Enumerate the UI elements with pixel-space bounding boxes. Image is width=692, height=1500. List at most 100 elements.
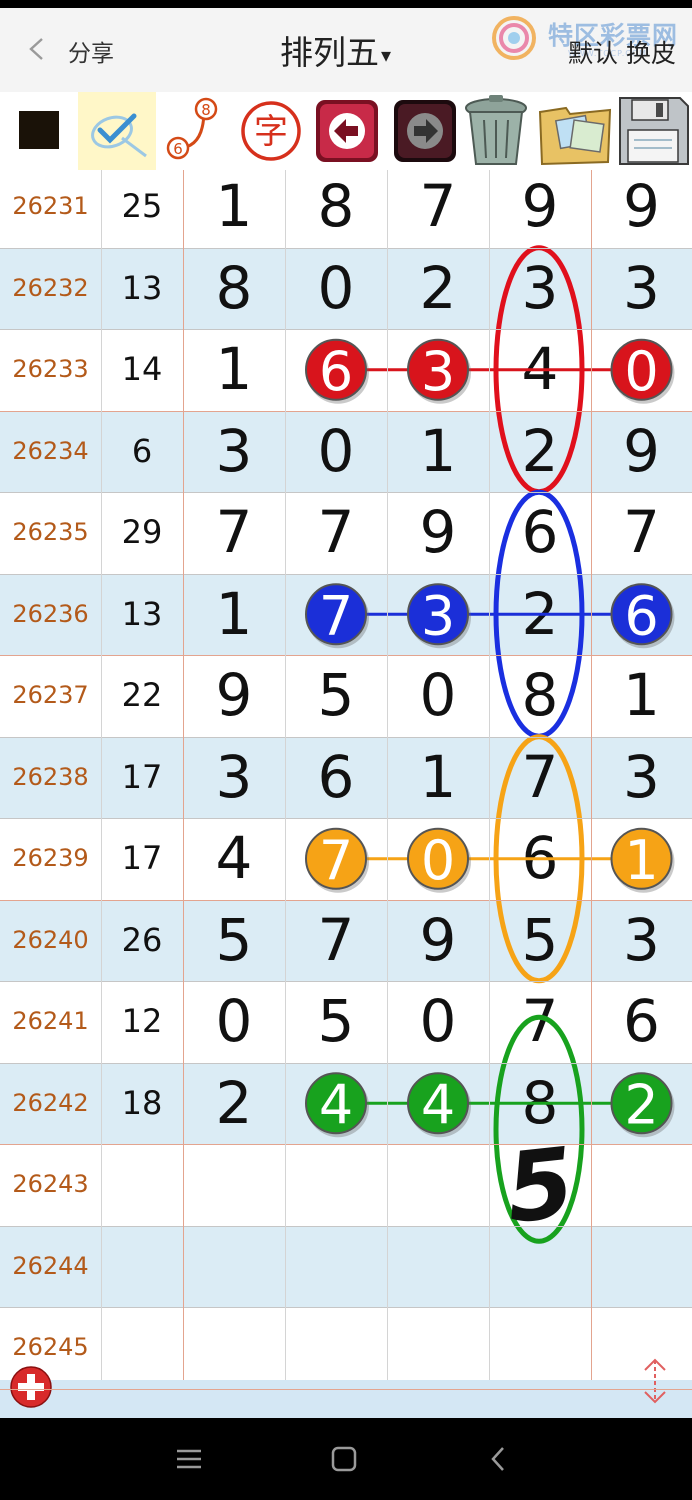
digit-cell[interactable]: 6 <box>285 329 387 411</box>
back-nav-icon[interactable] <box>482 1442 516 1476</box>
color-swatch-button[interactable] <box>0 92 78 170</box>
digit-cell[interactable]: 7 <box>387 166 489 248</box>
digit-cell[interactable]: 7 <box>489 737 591 819</box>
digit-cell[interactable]: 6 <box>489 492 591 574</box>
digit-cell[interactable]: 5 <box>285 655 387 737</box>
digit-cell[interactable]: 4 <box>489 329 591 411</box>
digit-cell[interactable]: 1 <box>387 411 489 493</box>
digit-cell[interactable]: 6 <box>591 574 692 656</box>
digit-cell[interactable]: 3 <box>489 248 591 330</box>
digit-cell[interactable]: 5 <box>489 900 591 982</box>
digit-cell[interactable]: 7 <box>591 492 692 574</box>
digit-cell[interactable]: 4 <box>387 1063 489 1145</box>
digit-cell[interactable]: 9 <box>183 655 285 737</box>
digit-cell[interactable]: 2 <box>489 411 591 493</box>
digit-cell[interactable]: 7 <box>285 492 387 574</box>
table-row[interactable]: 26237 22 9 5 0 8 1 <box>0 655 692 737</box>
digit-cell[interactable]: 3 <box>591 737 692 819</box>
digit-cell[interactable]: 8 <box>285 166 387 248</box>
table-row[interactable]: 26232 13 8 0 2 3 3 <box>0 247 692 330</box>
redo-button[interactable] <box>390 92 468 170</box>
text-tool-button[interactable]: 字 <box>234 92 312 170</box>
digit-cell[interactable]: 8 <box>489 1063 591 1145</box>
digit-cell[interactable]: 8 <box>489 655 591 737</box>
issue-number-cell: 26235 <box>12 518 89 546</box>
digit-cell[interactable]: 9 <box>387 900 489 982</box>
digit-cell[interactable]: 5 <box>183 900 285 982</box>
digit-cell[interactable]: 7 <box>489 981 591 1063</box>
digit-cell[interactable]: 7 <box>285 900 387 982</box>
table-row[interactable]: 26240 26 5 7 9 5 3 <box>0 899 692 982</box>
table-row[interactable]: 26241 12 0 5 0 7 6 <box>0 981 692 1063</box>
share-button[interactable]: 分享 <box>68 34 114 68</box>
digit-cell[interactable]: 2 <box>387 248 489 330</box>
digit-cell[interactable]: 1 <box>387 737 489 819</box>
digit-cell[interactable]: 0 <box>285 248 387 330</box>
resize-vertical-icon[interactable] <box>640 1356 670 1406</box>
text-tool-icon: 字 <box>241 101 301 161</box>
digit-cell[interactable]: 3 <box>387 329 489 411</box>
digit-cell[interactable]: 2 <box>489 574 591 656</box>
table-row[interactable]: 26245 <box>0 1307 692 1389</box>
draw-table[interactable]: 26231 25 1 8 7 9 9 26232 13 8 0 2 3 3 26233 14 1 6 3 4 0 2623… <box>0 170 692 1380</box>
digit-cell[interactable]: 6 <box>591 981 692 1063</box>
digit-cell[interactable]: 9 <box>489 166 591 248</box>
back-icon[interactable] <box>26 38 48 60</box>
digit-cell[interactable]: 6 <box>489 818 591 900</box>
skin-button[interactable]: 换皮 <box>626 34 676 70</box>
digit-cell[interactable]: 3 <box>591 900 692 982</box>
digit-cell[interactable]: 3 <box>591 248 692 330</box>
connect-numbers-button[interactable]: 8 6 <box>156 92 234 170</box>
gallery-button[interactable] <box>536 92 614 170</box>
table-row[interactable]: 26238 17 3 6 1 7 3 <box>0 736 692 819</box>
digit-cell[interactable]: 9 <box>591 166 692 248</box>
delete-button[interactable] <box>458 92 536 170</box>
menu-icon[interactable] <box>172 1442 206 1476</box>
digit-cell[interactable]: 1 <box>183 329 285 411</box>
digit-cell[interactable]: 0 <box>387 981 489 1063</box>
digit-cell[interactable]: 3 <box>387 574 489 656</box>
save-icon <box>619 97 689 165</box>
digit-cell[interactable]: 0 <box>387 818 489 900</box>
digit-cell[interactable]: 1 <box>591 655 692 737</box>
digit-cell[interactable]: 2 <box>591 1063 692 1145</box>
table-row[interactable]: 26231 25 1 8 7 9 9 <box>0 166 692 248</box>
digit-cell[interactable]: 0 <box>591 329 692 411</box>
digit-cell[interactable]: 9 <box>387 492 489 574</box>
undo-button[interactable] <box>312 92 390 170</box>
lottery-type-dropdown[interactable]: 排列五 ▾ <box>280 26 391 74</box>
default-button[interactable]: 默认 <box>568 34 618 70</box>
digit-cell[interactable]: 1 <box>183 574 285 656</box>
table-row[interactable]: 26236 13 1 7 3 2 6 <box>0 573 692 656</box>
home-icon[interactable] <box>327 1442 361 1476</box>
digit-cell[interactable]: 4 <box>285 1063 387 1145</box>
digit-cell[interactable]: 6 <box>285 737 387 819</box>
digit-cell[interactable]: 3 <box>183 411 285 493</box>
table-row[interactable]: 26234 6 3 0 1 2 9 <box>0 410 692 493</box>
issue-number-cell: 26243 <box>12 1170 89 1198</box>
pen-tool-button[interactable] <box>78 92 156 170</box>
digit-cell[interactable]: 0 <box>183 981 285 1063</box>
digit-cell[interactable]: 0 <box>285 411 387 493</box>
bottom-bar: + <box>0 1358 692 1418</box>
digit-cell[interactable]: 7 <box>183 492 285 574</box>
digit-cell[interactable]: 7 <box>285 818 387 900</box>
digit-cell[interactable]: 1 <box>591 818 692 900</box>
digit-cell[interactable]: 1 <box>183 166 285 248</box>
table-row[interactable]: 26235 29 7 7 9 6 7 <box>0 492 692 574</box>
table-row[interactable]: 26243 <box>0 1144 692 1226</box>
digit-cell[interactable]: 2 <box>183 1063 285 1145</box>
digit-cell[interactable]: 9 <box>591 411 692 493</box>
digit-cell[interactable]: 7 <box>285 574 387 656</box>
table-row[interactable]: 26244 <box>0 1225 692 1307</box>
digit-cell[interactable]: 5 <box>285 981 387 1063</box>
digit-cell[interactable]: 0 <box>387 655 489 737</box>
digit-cell[interactable]: 4 <box>183 818 285 900</box>
table-row[interactable]: 26242 18 2 4 4 8 2 <box>0 1062 692 1145</box>
digit-cell[interactable]: 3 <box>183 737 285 819</box>
save-button[interactable] <box>614 92 692 170</box>
table-row[interactable]: 26233 14 1 6 3 4 0 <box>0 329 692 411</box>
digit-cell[interactable]: 8 <box>183 248 285 330</box>
table-row[interactable]: 26239 17 4 7 0 6 1 <box>0 818 692 900</box>
add-icon[interactable]: + <box>10 1366 52 1408</box>
